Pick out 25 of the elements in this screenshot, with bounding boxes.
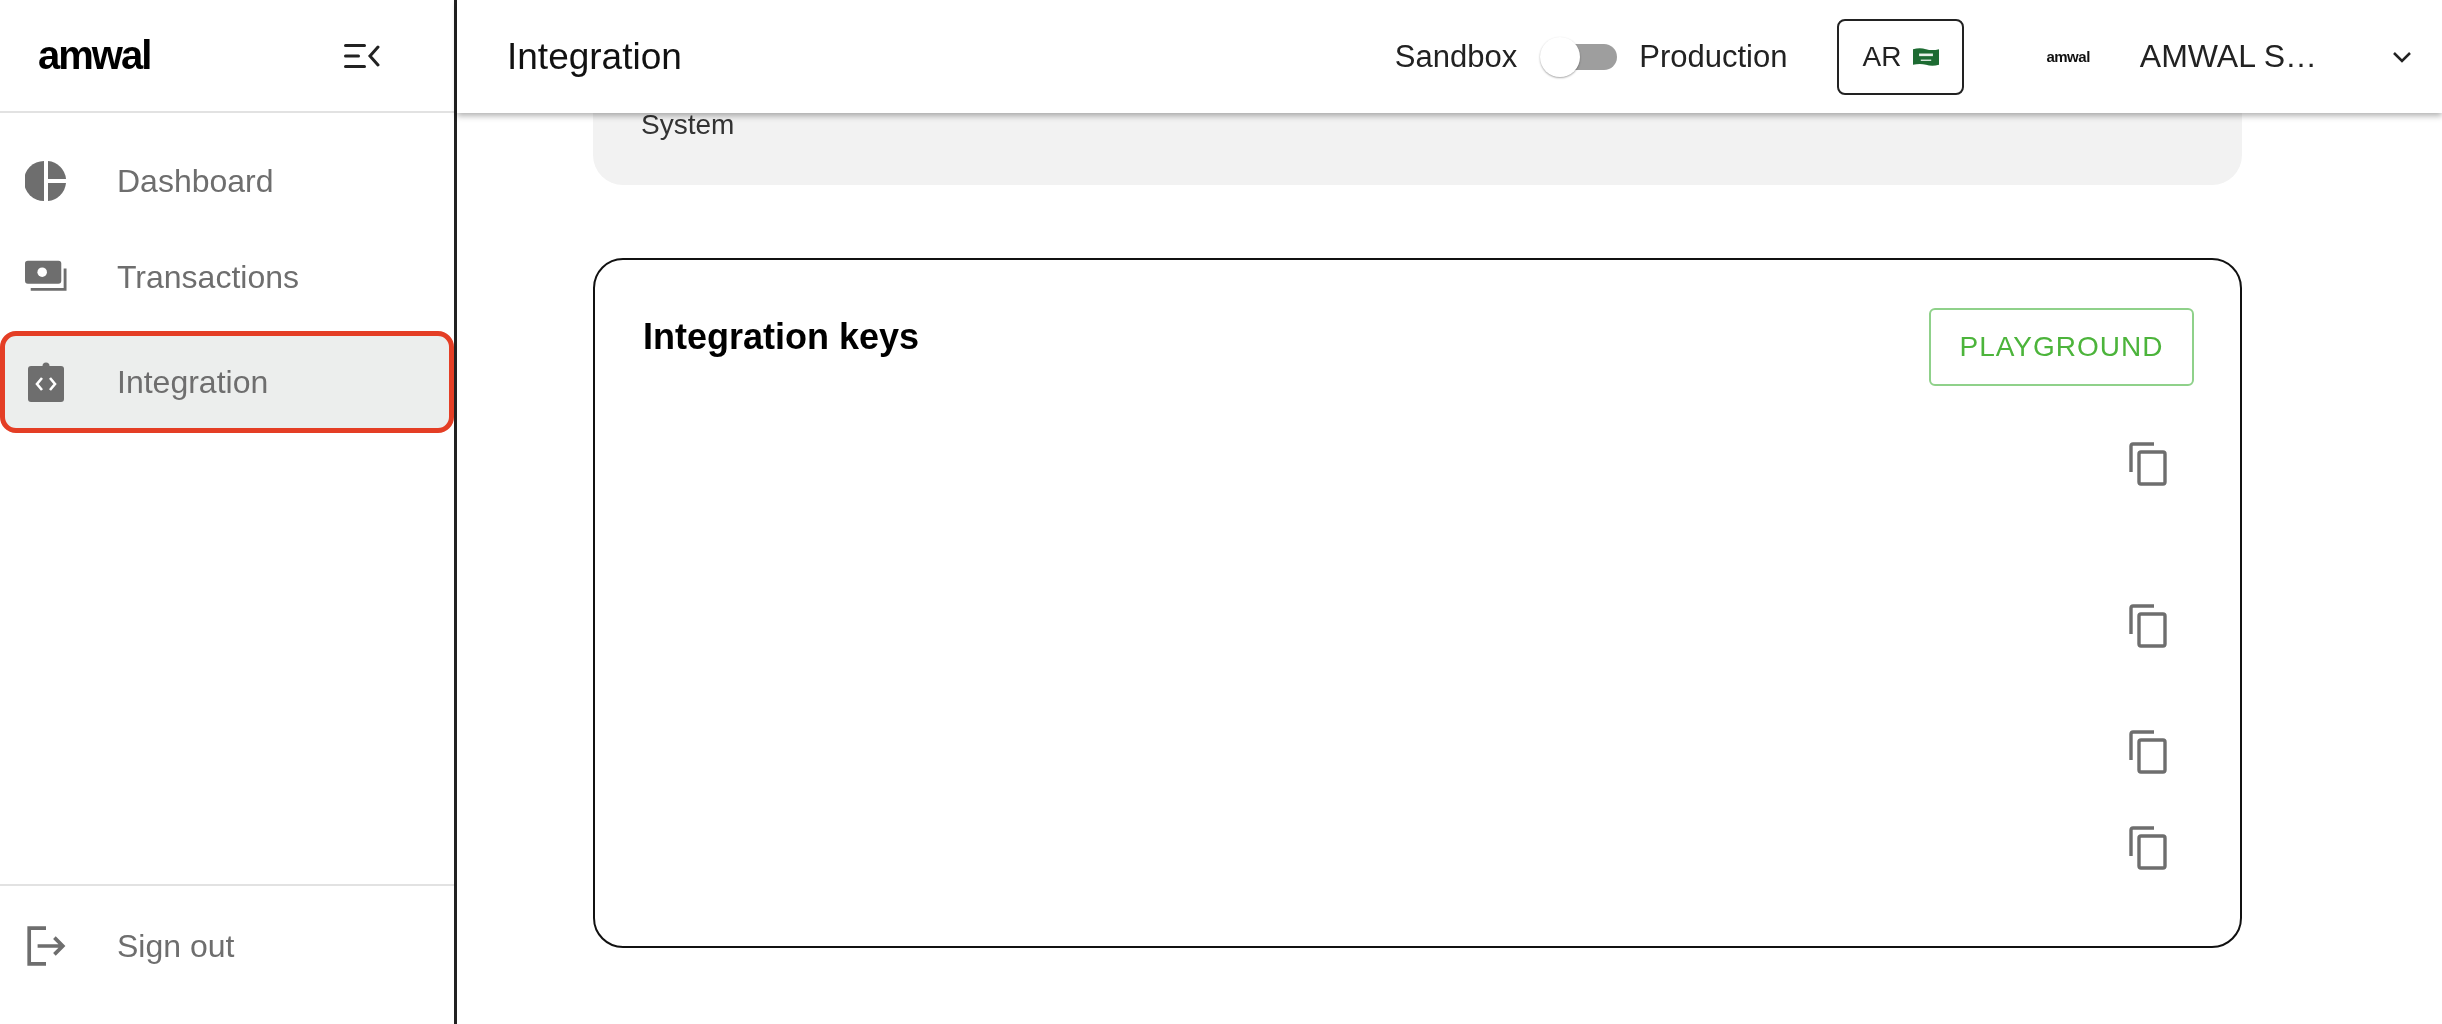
menu-collapse-icon[interactable] bbox=[344, 42, 380, 69]
sign-out-item[interactable]: Sign out bbox=[0, 908, 454, 984]
playground-button[interactable]: PLAYGROUND bbox=[1929, 308, 2194, 386]
sign-out-icon bbox=[25, 926, 67, 966]
flag-icon bbox=[1913, 46, 1940, 67]
code-clipboard-icon bbox=[25, 362, 67, 402]
field-label: System bbox=[641, 109, 735, 141]
account-name[interactable]: AMWAL S… bbox=[2139, 38, 2317, 75]
copy-icon[interactable] bbox=[2128, 826, 2168, 870]
nav-item[interactable]: Dashboard bbox=[0, 143, 454, 219]
card-title: Integration keys bbox=[643, 316, 920, 358]
copy-icon[interactable] bbox=[2128, 730, 2168, 774]
chevron-down-icon[interactable] bbox=[2392, 50, 2412, 63]
sandbox-label: Sandbox bbox=[1394, 38, 1518, 75]
copy-icon[interactable] bbox=[2128, 604, 2168, 648]
copy-icon[interactable] bbox=[2128, 442, 2168, 486]
language-button[interactable]: AR bbox=[1837, 18, 1965, 95]
pie-chart-icon bbox=[25, 161, 67, 201]
nav-item[interactable]: Integration bbox=[0, 331, 454, 433]
page-title: Integration bbox=[507, 35, 682, 78]
amwal-logo: amwal bbox=[38, 33, 151, 78]
amwal-logo: amwal bbox=[2046, 48, 2090, 65]
nav-item[interactable]: Transactions bbox=[0, 239, 454, 315]
production-label: Production bbox=[1639, 38, 1788, 75]
environment-switch[interactable] bbox=[1539, 35, 1618, 78]
